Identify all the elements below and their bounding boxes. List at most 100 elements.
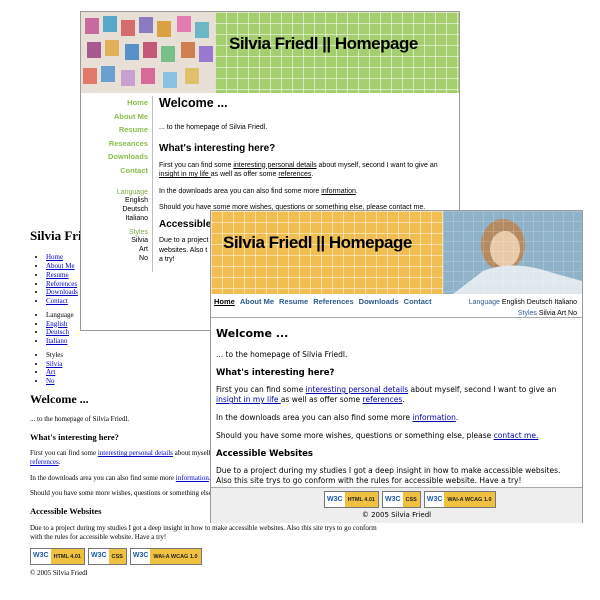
lang-link-deutsch[interactable]: Deutsch [46, 328, 69, 336]
badge-label: WAI-A WCAG 1.0 [150, 549, 201, 565]
w3c-logo: W3C [325, 492, 345, 507]
badge-label: CSS [402, 492, 420, 507]
insight-link[interactable]: insight in my life [216, 395, 281, 404]
text-line: websites. Also t [159, 246, 208, 254]
contact-link[interactable]: contact me. [494, 431, 539, 440]
w3c-logo: W3C [424, 492, 445, 507]
paragraph-details: First you can find some interesting pers… [159, 161, 459, 180]
style-link-no[interactable]: No [81, 254, 148, 263]
lang-link-deutsch[interactable]: Deutsch [527, 299, 553, 306]
style-link-art[interactable]: Art [46, 368, 55, 376]
header-banner: Silvia Friedl || Homepage [211, 211, 582, 294]
insight-link[interactable]: insight in my life [159, 171, 211, 178]
nav-link-home[interactable]: Home [214, 297, 235, 306]
text: First you can find some [159, 161, 234, 169]
text: as well as offer some [210, 171, 279, 178]
style-link-silvia[interactable]: Silvia [539, 310, 556, 317]
banner-title: Silvia Friedl || Homepage [229, 34, 418, 53]
intro-text: ... to the homepage of Silvia Friedl. [216, 350, 348, 359]
nav-link-about[interactable]: About Me [81, 110, 148, 124]
main-content: Welcome ... ... to the homepage of Silvi… [216, 327, 576, 494]
text-line: a try! [159, 256, 175, 263]
lang-link-italiano[interactable]: Italiano [81, 214, 148, 223]
welcome-heading: Welcome ... [216, 327, 289, 340]
main-nav: Home About Me Resume References Download… [214, 297, 432, 306]
personal-details-link[interactable]: interesting personal details [233, 162, 316, 169]
nav-link-about[interactable]: About Me [240, 297, 274, 306]
style-link-silvia[interactable]: Silvia [81, 236, 148, 245]
interesting-heading: What's interesting here? [159, 143, 276, 154]
nav-link-contact[interactable]: Contact [404, 297, 432, 306]
paragraph-contact: Should you have some more wishes, questi… [216, 431, 576, 441]
style-link-no[interactable]: No [46, 377, 55, 385]
nav-link-references[interactable]: References [46, 280, 77, 288]
text: . [58, 457, 61, 466]
lang-link-deutsch[interactable]: Deutsch [81, 205, 148, 214]
nav-link-references[interactable]: References [313, 297, 353, 306]
personal-details-link[interactable]: interesting personal details [306, 385, 409, 394]
nav-link-downloads[interactable]: Downloads [81, 150, 148, 164]
nav-link-downloads[interactable]: Downloads [359, 297, 399, 306]
nav-link-home[interactable]: Home [46, 253, 63, 261]
side-nav: Home About Me Resume Reseances Downloads… [81, 96, 148, 177]
paragraph-downloads: In the downloads area you can also find … [159, 187, 459, 197]
html-valid-badge[interactable]: W3C HTML 4.01 [30, 548, 85, 566]
information-link[interactable]: information [413, 413, 456, 422]
paragraph-accessible: Due to a project during my studies I got… [216, 466, 561, 485]
text: . [455, 413, 459, 422]
w3c-logo: W3C [382, 492, 403, 507]
html-valid-badge[interactable]: W3C HTML 4.01 [324, 491, 379, 508]
nav-link-contact[interactable]: Contact [46, 297, 68, 305]
style-link-no[interactable]: No [568, 310, 577, 317]
style-link-art[interactable]: Art [81, 245, 148, 254]
lang-link-english[interactable]: English [502, 299, 525, 306]
footer: W3C HTML 4.01 W3C CSS W3C WAI-A WCAG 1.0 © … [211, 487, 582, 523]
nav-link-resume[interactable]: Resume [279, 297, 308, 306]
nav-link-references[interactable]: Reseances [81, 137, 148, 151]
nav-link-resume[interactable]: Resume [81, 123, 148, 137]
header-photo [81, 12, 215, 93]
text: In the downloads area you can also find … [30, 473, 176, 482]
header-photo [443, 211, 582, 294]
lang-link-english[interactable]: English [46, 320, 67, 328]
badge-label: HTML 4.01 [344, 492, 378, 507]
text: about myself, [172, 449, 213, 458]
lang-link-italiano[interactable]: Italiano [46, 337, 67, 345]
nav-link-about[interactable]: About Me [46, 262, 75, 270]
nav-link-contact[interactable]: Contact [81, 164, 148, 178]
wai-badge[interactable]: W3C WAI-A WCAG 1.0 [129, 548, 202, 566]
welcome-heading: Welcome ... [159, 96, 228, 110]
style-link-art[interactable]: Art [557, 310, 566, 317]
sidebar: Home About Me Resume Reseances Downloads… [81, 96, 148, 263]
personal-details-link[interactable]: interesting personal details [98, 449, 173, 457]
badge-label: CSS [108, 549, 126, 565]
text: . [311, 171, 314, 178]
text: First you can find some [216, 385, 306, 394]
references-link[interactable]: references [278, 171, 311, 178]
accessible-heading: Accessible Websites [216, 449, 313, 459]
wai-badge[interactable]: W3C WAI-A WCAG 1.0 [423, 491, 496, 508]
information-link[interactable]: information [321, 188, 356, 195]
text: In the downloads area you can also find … [216, 413, 413, 422]
text-line: Due to a project [159, 237, 209, 244]
nav-link-downloads[interactable]: Downloads [46, 288, 78, 296]
information-link[interactable]: information [176, 474, 209, 482]
css-valid-badge[interactable]: W3C CSS [381, 491, 421, 508]
text: . [355, 187, 358, 195]
styles-label: Styles [517, 310, 537, 317]
styles-label: Styles [128, 229, 148, 236]
interesting-heading: What's interesting here? [216, 368, 335, 378]
nav-link-home[interactable]: Home [81, 96, 148, 110]
references-link[interactable]: references [363, 395, 403, 404]
language-style-selector: Language English Deutsch Italiano Styles… [469, 297, 577, 319]
text: about myself, second I want to give an [316, 161, 438, 169]
lang-link-italiano[interactable]: Italiano [554, 299, 577, 306]
nav-link-resume[interactable]: Resume [46, 271, 69, 279]
text: as well as offer some [280, 395, 363, 404]
style-link-silvia[interactable]: Silvia [46, 360, 62, 368]
css-valid-badge[interactable]: W3C CSS [87, 548, 127, 566]
validation-badges: W3C HTML 4.01 W3C CSS W3C WAI-A WCAG 1.0 [30, 548, 470, 566]
lang-link-english[interactable]: English [81, 196, 148, 205]
references-link[interactable]: references [30, 458, 59, 466]
text: First you can find some [30, 449, 98, 458]
